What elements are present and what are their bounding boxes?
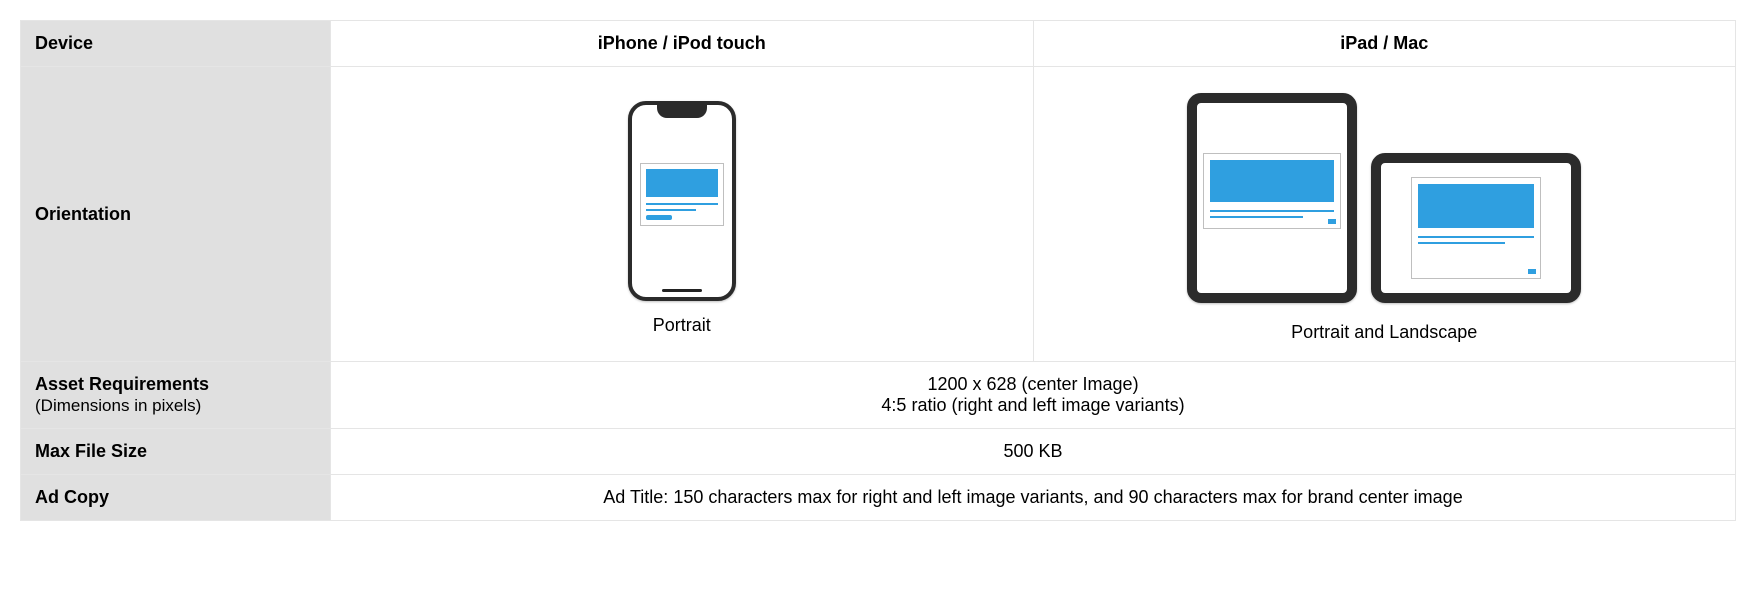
asset-label-main: Asset Requirements: [35, 374, 209, 394]
row-asset-label: Asset Requirements (Dimensions in pixels…: [21, 362, 331, 429]
asset-line2: 4:5 ratio (right and left image variants…: [345, 395, 1721, 416]
row-orientation-label: Orientation: [21, 67, 331, 362]
cell-asset-value: 1200 x 628 (center Image) 4:5 ratio (rig…: [331, 362, 1736, 429]
ipad-caption: Portrait and Landscape: [1048, 322, 1722, 343]
iphone-mock-icon: [628, 101, 736, 301]
ipad-landscape-mock-icon: [1371, 153, 1581, 303]
cell-ipad-orientation: Portrait and Landscape: [1033, 67, 1736, 362]
header-device: Device: [21, 21, 331, 67]
header-ipad: iPad / Mac: [1033, 21, 1736, 67]
cell-filesize-value: 500 KB: [331, 429, 1736, 475]
spec-table: Device iPhone / iPod touch iPad / Mac Or…: [20, 20, 1736, 521]
ipad-portrait-mock-icon: [1187, 93, 1357, 303]
cell-iphone-orientation: Portrait: [331, 67, 1034, 362]
asset-label-sub: (Dimensions in pixels): [35, 396, 201, 415]
iphone-caption: Portrait: [345, 315, 1019, 336]
row-adcopy-label: Ad Copy: [21, 475, 331, 521]
row-filesize-label: Max File Size: [21, 429, 331, 475]
asset-line1: 1200 x 628 (center Image): [345, 374, 1721, 395]
cell-adcopy-value: Ad Title: 150 characters max for right a…: [331, 475, 1736, 521]
header-iphone: iPhone / iPod touch: [331, 21, 1034, 67]
